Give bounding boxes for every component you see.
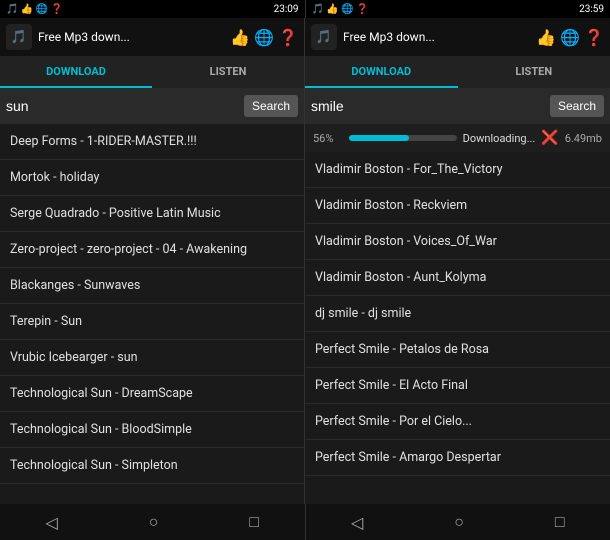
nav-back-left[interactable]: ◁ [35, 509, 67, 536]
nav-recent-right[interactable]: □ [545, 508, 575, 536]
nav-home-left[interactable]: ○ [139, 508, 169, 536]
tabs-left: DOWNLOAD LISTEN [0, 56, 304, 88]
list-item[interactable]: Vladimir Boston - Voices_Of_War [305, 224, 610, 260]
help-icon-right[interactable]: ❓ [584, 28, 604, 47]
search-button-right[interactable]: Search [550, 95, 604, 117]
song-list-left: Deep Forms - 1-RIDER-MASTER.!!! Mortok -… [0, 124, 304, 504]
nav-section-left: ◁ ○ □ [0, 504, 306, 540]
song-list-right: Vladimir Boston - For_The_Victory Vladim… [305, 152, 610, 504]
downloading-label: Downloading... [463, 132, 536, 145]
nav-recent-left[interactable]: □ [239, 508, 269, 536]
tabs-right: DOWNLOAD LISTEN [305, 56, 610, 88]
search-input-left[interactable] [6, 98, 238, 114]
file-size: 6.49mb [565, 132, 602, 145]
list-item[interactable]: dj smile - dj smile [305, 296, 610, 332]
nav-bar: ◁ ○ □ ◁ ○ □ [0, 504, 610, 540]
help-icon-left[interactable]: ❓ [278, 28, 298, 47]
list-item[interactable]: Vladimir Boston - For_The_Victory [305, 152, 610, 188]
globe-icon-right[interactable]: 🌐 [560, 28, 580, 47]
status-time-2: 23:59 [579, 4, 604, 15]
list-item[interactable]: Vladimir Boston - Aunt_Kolyma [305, 260, 610, 296]
status-left-2: 🎵 👍 🌐 ❓ [312, 4, 369, 15]
list-item[interactable]: Zero-project - zero-project - 04 - Awake… [0, 232, 304, 268]
list-item[interactable]: Vladimir Boston - Reckviem [305, 188, 610, 224]
list-item[interactable]: Terepin - Sun [0, 304, 304, 340]
progress-bar-fill [349, 135, 409, 141]
app-icon-left: 🎵 [6, 24, 32, 50]
cancel-button[interactable]: ❌ [541, 130, 558, 146]
list-item[interactable]: Perfect Smile - Amargo Despertar [305, 440, 610, 476]
list-item[interactable]: Perfect Smile - El Acto Final [305, 368, 610, 404]
thumbs-up-icon-right[interactable]: 👍 [536, 28, 556, 47]
nav-back-right[interactable]: ◁ [341, 509, 373, 536]
tab-download-left[interactable]: DOWNLOAD [0, 56, 152, 88]
list-item[interactable]: Technological Sun - Simpleton [0, 448, 304, 484]
list-item[interactable]: Mortok - holiday [0, 160, 304, 196]
list-item[interactable]: Technological Sun - BloodSimple [0, 412, 304, 448]
download-progress-bar: 56% Downloading... ❌ 6.49mb [305, 124, 610, 152]
tab-listen-right[interactable]: LISTEN [458, 56, 610, 88]
tab-download-right[interactable]: DOWNLOAD [305, 56, 458, 88]
status-left-1: 🎵 👍 🌐 ❓ [6, 4, 63, 15]
search-button-left[interactable]: Search [244, 95, 298, 117]
progress-percent: 56% [313, 132, 343, 145]
list-item[interactable]: Deep Forms - 1-RIDER-MASTER.!!! [0, 124, 304, 160]
list-item[interactable]: Blackanges - Sunwaves [0, 268, 304, 304]
app-title-left: Free Mp3 down... [38, 30, 224, 44]
list-item[interactable]: Serge Quadrado - Positive Latin Music [0, 196, 304, 232]
search-input-right[interactable] [311, 98, 544, 114]
progress-bar-container [349, 135, 457, 141]
list-item[interactable]: Technological Sun - DreamScape [0, 376, 304, 412]
nav-home-right[interactable]: ○ [444, 508, 474, 536]
list-item[interactable]: Perfect Smile - Por el Cielo... [305, 404, 610, 440]
app-title-right: Free Mp3 down... [343, 30, 530, 44]
nav-section-right: ◁ ○ □ [306, 504, 610, 540]
list-item[interactable]: Perfect Smile - Petalos de Rosa [305, 332, 610, 368]
tab-listen-left[interactable]: LISTEN [152, 56, 304, 88]
thumbs-up-icon-left[interactable]: 👍 [230, 28, 250, 47]
list-item[interactable]: Vrubic Icebearger - sun [0, 340, 304, 376]
globe-icon-left[interactable]: 🌐 [254, 28, 274, 47]
status-time-1: 23:09 [274, 4, 299, 15]
app-icon-right: 🎵 [311, 24, 337, 50]
